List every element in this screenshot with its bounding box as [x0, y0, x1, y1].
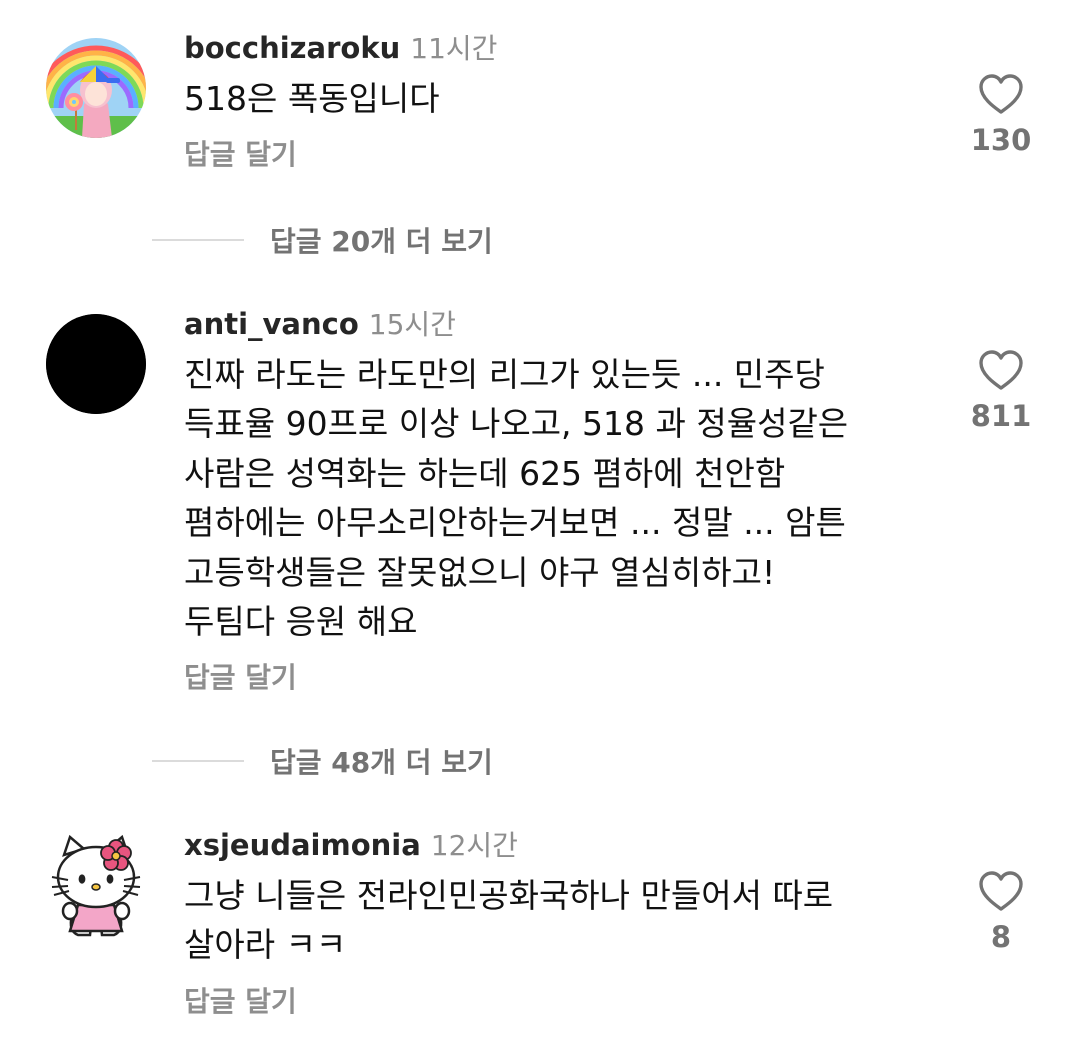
- like-button[interactable]: 811: [966, 348, 1036, 434]
- view-replies-button[interactable]: 답글 20개 더 보기: [152, 220, 493, 260]
- like-button[interactable]: 130: [966, 72, 1036, 158]
- black-circle-avatar-icon: [46, 314, 146, 414]
- timestamp: 11시간: [410, 32, 498, 65]
- view-replies-button[interactable]: 답글 48개 더 보기: [152, 741, 493, 781]
- comment-meta: xsjeudaimonia 12시간: [184, 825, 924, 865]
- comment-text: 518은 폭동입니다: [184, 79, 440, 118]
- reply-button[interactable]: 답글 달기: [184, 137, 924, 173]
- divider-line: [152, 239, 244, 241]
- hello-kitty-avatar-icon: [51, 834, 141, 937]
- avatar[interactable]: [46, 314, 146, 414]
- comment-meta: anti_vanco 15시간: [184, 304, 924, 344]
- divider-line: [152, 760, 244, 762]
- heart-icon: [979, 350, 1023, 390]
- timestamp: 12시간: [430, 829, 518, 862]
- view-replies-label: 답글 48개 더 보기: [270, 746, 493, 779]
- heart-icon: [979, 74, 1023, 114]
- reply-button[interactable]: 답글 달기: [184, 984, 924, 1020]
- like-button[interactable]: 8: [966, 869, 1036, 955]
- like-count: 811: [970, 399, 1032, 433]
- avatar[interactable]: [46, 831, 146, 937]
- reply-button[interactable]: 답글 달기: [184, 660, 924, 696]
- like-count: 8: [990, 920, 1012, 954]
- anime-girl-rainbow-avatar-icon: [46, 38, 146, 138]
- avatar[interactable]: [46, 38, 146, 138]
- comment-text: 그냥 니들은 전라인민공화국하나 만들어서 따로 살아라 ㅋㅋ: [184, 876, 834, 965]
- username[interactable]: bocchizaroku: [184, 31, 400, 65]
- timestamp: 15시간: [368, 308, 456, 341]
- view-replies-label: 답글 20개 더 보기: [270, 225, 493, 258]
- username[interactable]: xsjeudaimonia: [184, 828, 421, 862]
- heart-icon: [979, 871, 1023, 911]
- comment-meta: bocchizaroku 11시간: [184, 28, 924, 68]
- comment-text: 진짜 라도는 라도만의 리그가 있는듯 ... 민주당 득표율 90프로 이상 …: [184, 355, 849, 642]
- username[interactable]: anti_vanco: [184, 307, 359, 341]
- like-count: 130: [970, 123, 1032, 157]
